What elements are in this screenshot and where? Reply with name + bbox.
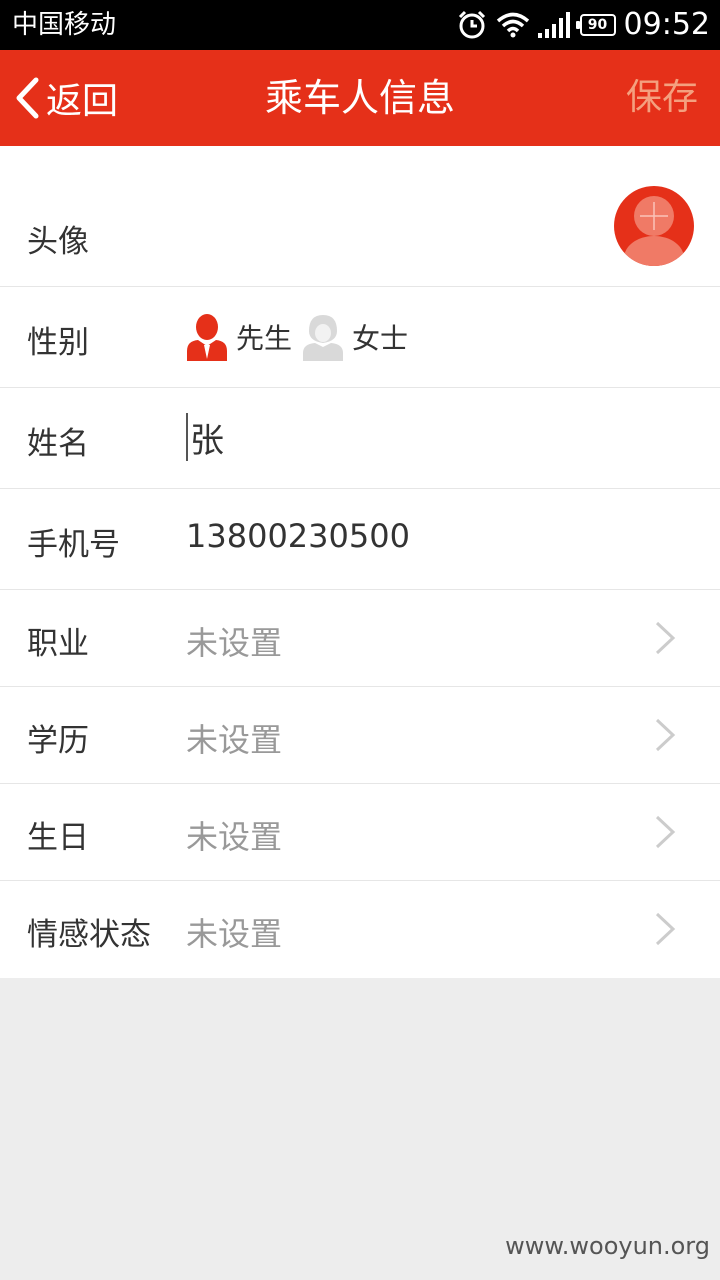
avatar-label: 头像 [27,224,89,260]
chevron-right-icon [655,815,676,849]
gender-selector: 先生 女士 [186,313,418,361]
chevron-right-icon [655,621,676,655]
back-button[interactable]: 返回 [14,50,118,146]
status-bar: 中国移动 90 09:52 [0,0,720,50]
passenger-form: 头像 性别 先生 女士 姓名 张 手机号 13800230500 职业 未设置 … [0,146,720,978]
gender-option-female-label: 女士 [352,322,409,355]
nav-bar: 返回 乘车人信息 保存 [0,50,720,146]
back-label: 返回 [46,81,119,122]
birthday-value: 未设置 [186,818,283,856]
male-icon [187,314,227,361]
text-cursor [186,413,188,461]
avatar-row[interactable]: 头像 [0,146,720,287]
birthday-label: 生日 [27,820,89,856]
occupation-label: 职业 [27,626,89,662]
avatar[interactable] [614,186,694,266]
battery-icon: 90 [575,14,616,36]
status-icons: 90 09:52 [456,0,710,50]
gender-option-male-label: 先生 [236,322,293,355]
birthday-row[interactable]: 生日 未设置 [0,784,720,881]
name-input[interactable]: 张 [186,412,224,462]
relationship-label: 情感状态 [27,917,151,953]
occupation-value: 未设置 [186,624,283,662]
occupation-row[interactable]: 职业 未设置 [0,590,720,687]
gender-label: 性别 [27,325,89,361]
name-value: 张 [190,420,224,461]
phone-input[interactable]: 13800230500 [186,517,410,555]
relationship-row[interactable]: 情感状态 未设置 [0,881,720,978]
education-row[interactable]: 学历 未设置 [0,687,720,784]
gender-option-male[interactable]: 先生 [186,313,292,361]
carrier-name: 中国移动 [12,10,117,40]
relationship-value: 未设置 [186,915,283,953]
gender-option-female[interactable]: 女士 [302,313,408,361]
female-icon [303,315,344,361]
avatar-placeholder-icon [624,196,684,266]
watermark: www.wooyun.org [505,1232,710,1260]
gender-row: 性别 先生 女士 [0,287,720,388]
battery-level: 90 [587,17,608,33]
phone-row: 手机号 13800230500 [0,489,720,590]
name-row: 姓名 张 [0,388,720,489]
education-label: 学历 [27,723,89,759]
signal-icon [537,12,570,38]
name-label: 姓名 [27,426,89,462]
clock: 09:52 [623,7,710,42]
wifi-icon [496,12,529,38]
chevron-right-icon [655,912,676,946]
back-chevron-icon [16,77,39,119]
education-value: 未设置 [186,721,283,759]
save-button[interactable]: 保存 [626,50,698,146]
alarm-icon [458,10,485,39]
chevron-right-icon [655,718,676,752]
phone-label: 手机号 [27,527,120,563]
